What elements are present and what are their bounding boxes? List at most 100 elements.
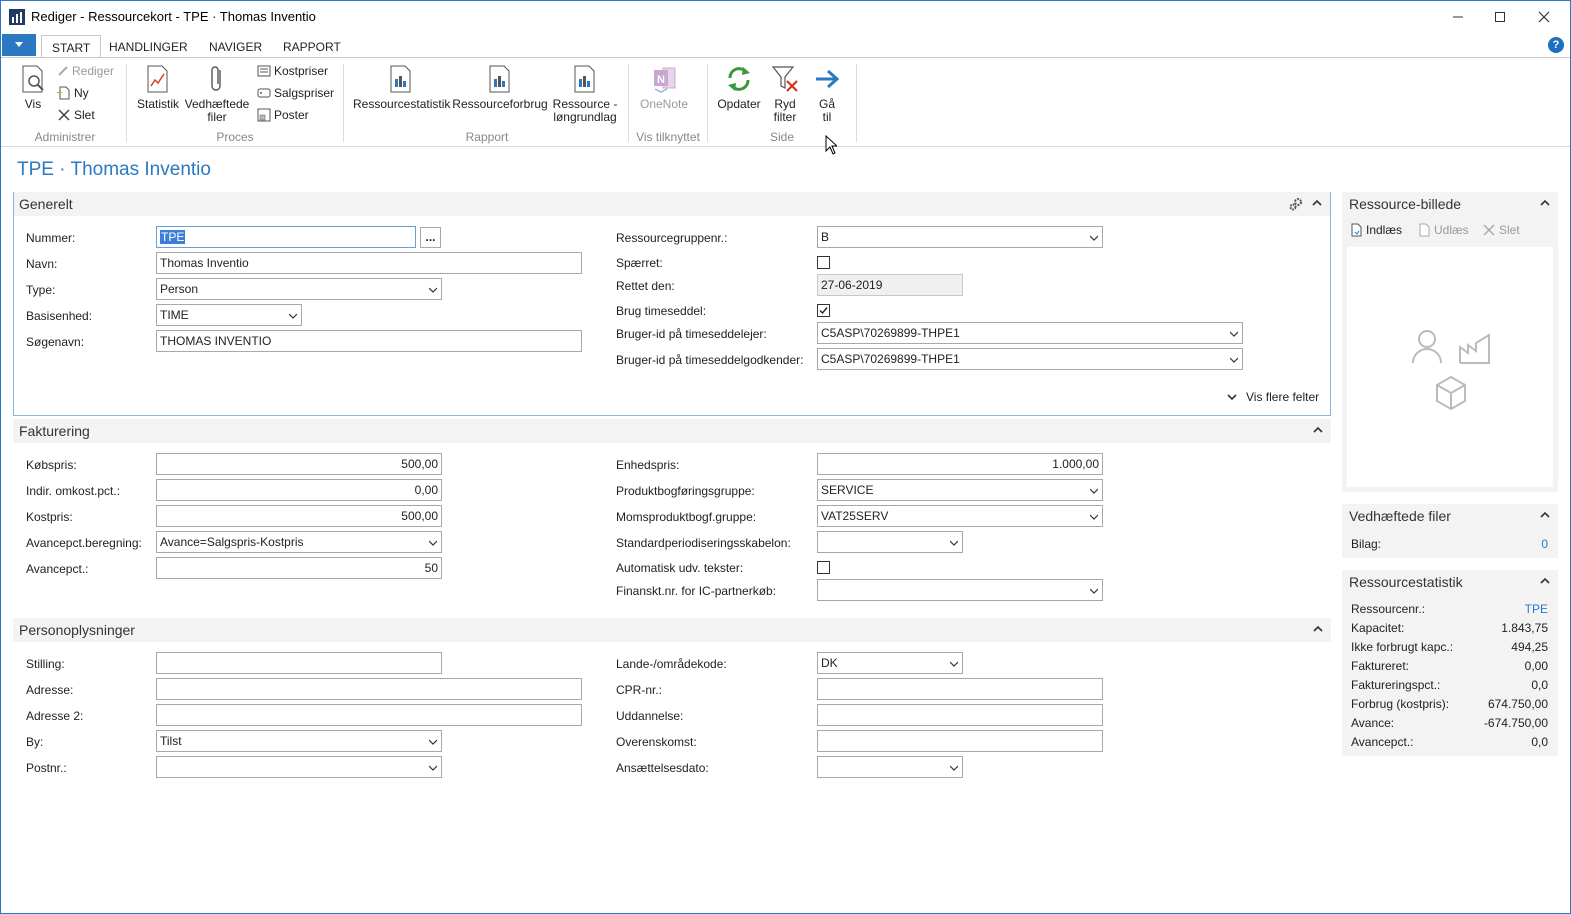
view-document-icon <box>22 65 44 93</box>
stat-value-ressourcenr-link[interactable]: TPE <box>1525 602 1548 616</box>
soegenavn-input[interactable]: THOMAS INVENTIO <box>156 330 582 352</box>
section-header-personoplysninger[interactable]: Personoplysninger <box>13 618 1331 642</box>
ressourceforbrug-report-button[interactable]: Ressourceforbrug <box>451 64 549 111</box>
produktbogf-select[interactable]: SERVICE <box>817 479 1103 501</box>
spaerret-checkbox[interactable] <box>817 256 830 269</box>
avancepct-input[interactable]: 50 <box>156 557 442 579</box>
basisenhed-label: Basisenhed: <box>26 309 93 323</box>
export-picture-icon <box>1419 223 1430 237</box>
finanskt-select[interactable] <box>817 579 1103 601</box>
koebspris-input[interactable]: 500,00 <box>156 453 442 475</box>
gaa-label-line2: til <box>822 110 832 124</box>
gaa-til-button[interactable]: Gå til <box>811 64 843 124</box>
postnr-select[interactable] <box>156 756 442 778</box>
brug-timeseddel-checkbox[interactable] <box>817 304 830 317</box>
pencil-icon <box>58 66 68 76</box>
app-menu-button[interactable] <box>2 34 36 56</box>
ressourcestatistik-report-button[interactable]: Ressourcestatistik <box>353 64 450 111</box>
chevron-up-icon[interactable] <box>1540 510 1550 520</box>
group-label-vis-tilknyttet: Vis tilknyttet <box>636 130 700 144</box>
onenote-label: OneNote <box>639 97 689 111</box>
adresse2-input[interactable] <box>156 704 582 726</box>
navn-input[interactable]: Thomas Inventio <box>156 252 582 274</box>
section-header-generelt[interactable]: Generelt <box>14 192 1330 216</box>
resource-picture-placeholder <box>1347 247 1553 487</box>
udlaes-button[interactable]: Udlæs <box>1418 223 1469 237</box>
help-icon[interactable]: ? <box>1548 37 1564 53</box>
bruger-godkender-value: C5ASP\70269899-THPE1 <box>821 352 960 366</box>
bruger-godkender-select[interactable]: C5ASP\70269899-THPE1 <box>817 348 1243 370</box>
slet-picture-button[interactable]: Slet <box>1483 223 1520 237</box>
ny-button[interactable]: Ny <box>57 86 89 100</box>
window-title: Rediger - Ressourcekort - TPE · Thomas I… <box>31 9 316 24</box>
ressourcegruppe-select[interactable]: B <box>817 226 1103 248</box>
lande-select[interactable]: DK <box>817 652 963 674</box>
opdater-button[interactable]: Opdater <box>713 64 765 111</box>
factbox-title: Vedhæftede filer <box>1349 508 1451 524</box>
mouse-cursor-icon <box>825 135 837 155</box>
statistik-button[interactable]: Statistik <box>135 64 181 111</box>
rediger-button[interactable]: Rediger <box>57 64 114 78</box>
bruger-timeseddelejer-select[interactable]: C5ASP\70269899-THPE1 <box>817 322 1243 344</box>
factbox-billede-body: Indlæs Udlæs Slet <box>1342 216 1558 492</box>
by-select[interactable]: Tilst <box>156 730 442 752</box>
rettet-field: 27-06-2019 <box>817 274 963 296</box>
salgspriser-button[interactable]: Salgspriser <box>257 86 334 100</box>
indir-omkost-input[interactable]: 0,00 <box>156 479 442 501</box>
factbox-header-billede[interactable]: Ressource-billede <box>1342 192 1558 216</box>
chevron-up-icon[interactable] <box>1312 198 1322 208</box>
uddannelse-input[interactable] <box>817 704 1103 726</box>
automatisk-label: Automatisk udv. tekster: <box>616 561 744 575</box>
type-label: Type: <box>26 283 56 297</box>
factbox-header-statistik[interactable]: Ressourcestatistik <box>1342 570 1558 594</box>
onenote-button[interactable]: N OneNote <box>635 64 693 111</box>
kostpriser-button[interactable]: Kostpriser <box>257 64 328 78</box>
momsprod-value: VAT25SERV <box>821 509 889 523</box>
factbox-header-vedhaeftede[interactable]: Vedhæftede filer <box>1342 504 1558 528</box>
stat-label: Kapacitet: <box>1351 621 1405 635</box>
maximize-button[interactable] <box>1477 1 1523 33</box>
vis-button[interactable]: Vis <box>17 64 49 116</box>
nummer-input[interactable]: TPE <box>156 226 416 248</box>
personalize-gears-icon[interactable] <box>1288 196 1304 212</box>
indlaes-button[interactable]: Indlæs <box>1350 223 1402 237</box>
avanceberegning-select[interactable]: Avance=Salgspris-Kostpris <box>156 531 442 553</box>
vedhaeftede-filer-button[interactable]: Vedhæftede filer <box>183 64 251 124</box>
tab-rapport[interactable]: RAPPORT <box>273 35 351 58</box>
kostpris-input[interactable]: 500,00 <box>156 505 442 527</box>
automatisk-checkbox[interactable] <box>817 561 830 574</box>
chevron-up-icon[interactable] <box>1313 425 1323 435</box>
cpr-input[interactable] <box>817 678 1103 700</box>
price-tag-icon <box>257 88 271 98</box>
ansaettelse-select[interactable] <box>817 756 963 778</box>
type-select[interactable]: Person <box>156 278 442 300</box>
brug-timeseddel-label: Brug timeseddel: <box>616 304 707 318</box>
chevron-up-icon[interactable] <box>1540 198 1550 208</box>
enhedspris-label: Enhedspris: <box>616 458 680 472</box>
poster-button[interactable]: Poster <box>257 108 309 122</box>
chevron-down-icon <box>1230 357 1238 363</box>
tab-handlinger[interactable]: HANDLINGER <box>99 35 198 58</box>
stilling-input[interactable] <box>156 652 442 674</box>
vis-flere-felter-link[interactable]: Vis flere felter <box>1227 390 1319 404</box>
section-header-fakturering[interactable]: Fakturering <box>13 419 1331 443</box>
momsprod-select[interactable]: VAT25SERV <box>817 505 1103 527</box>
standardperiod-select[interactable] <box>817 531 963 553</box>
chevron-up-icon[interactable] <box>1313 624 1323 634</box>
minimize-button[interactable] <box>1435 1 1481 33</box>
ryd-filter-button[interactable]: Ryd filter <box>767 64 803 124</box>
chevron-up-icon[interactable] <box>1540 576 1550 586</box>
basisenhed-select[interactable]: TIME <box>156 304 302 326</box>
slet-button[interactable]: Slet <box>57 108 95 122</box>
bilag-value-link[interactable]: 0 <box>1541 537 1548 551</box>
close-window-button[interactable] <box>1521 1 1567 33</box>
adresse-input[interactable] <box>156 678 582 700</box>
type-value: Person <box>160 282 199 296</box>
finanskt-label: Finanskt.nr. for IC-partnerkøb: <box>616 584 777 598</box>
ressource-loengrundlag-report-button[interactable]: Ressource - løngrundlag <box>549 64 621 124</box>
tab-start[interactable]: START <box>41 35 102 58</box>
overenskomst-input[interactable] <box>817 730 1103 752</box>
tab-naviger[interactable]: NAVIGER <box>199 35 272 58</box>
enhedspris-input[interactable]: 1.000,00 <box>817 453 1103 475</box>
nummer-assist-button[interactable]: ... <box>420 227 441 248</box>
